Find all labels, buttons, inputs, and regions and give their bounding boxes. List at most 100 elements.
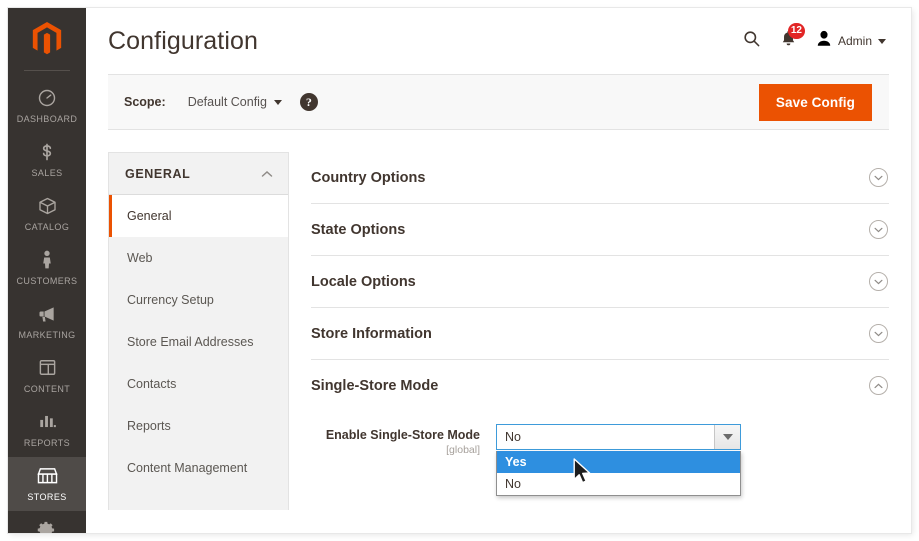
- sidebar-item-content[interactable]: CONTENT: [8, 349, 86, 403]
- config-nav-group-title: GENERAL: [125, 167, 191, 181]
- config-nav-item-label: Store Email Addresses: [127, 335, 254, 349]
- magento-logo-icon: [32, 22, 62, 55]
- magento-admin-screen: DASHBOARD SALES CATALOG CUSTOMERS MARKET…: [0, 0, 919, 541]
- admin-sidebar: DASHBOARD SALES CATALOG CUSTOMERS MARKET…: [8, 8, 86, 533]
- scope-value: Default Config: [187, 95, 267, 109]
- dollar-sign-icon: [10, 142, 84, 164]
- notifications-button[interactable]: 12: [780, 23, 805, 53]
- notification-count-badge: 12: [787, 23, 805, 39]
- chevron-down-icon: [722, 434, 733, 440]
- section-store-information: Store Information: [311, 308, 889, 360]
- sidebar-label: SALES: [31, 168, 63, 178]
- sidebar-item-system[interactable]: SYSTEM: [8, 511, 86, 533]
- section-country-options: Country Options: [311, 152, 889, 204]
- scope-label: Scope:: [124, 95, 166, 109]
- chevron-down-icon: [273, 99, 282, 105]
- page-header: Configuration 12 Admin: [86, 8, 911, 74]
- field-scope-hint: [global]: [446, 444, 480, 456]
- storefront-icon: [10, 466, 84, 488]
- config-nav-item-contacts[interactable]: Contacts: [109, 363, 288, 405]
- configuration-content: GENERAL General Web Currency Setup Store…: [86, 130, 911, 510]
- scope-selector[interactable]: Default Config: [188, 95, 282, 109]
- config-sections: Country Options State Options Locale Opt…: [289, 152, 889, 510]
- section-single-store-mode: Single-Store Mode Enable Single-Store Mo…: [311, 360, 889, 496]
- section-state-options: State Options: [311, 204, 889, 256]
- config-nav-item-store-email-addresses[interactable]: Store Email Addresses: [109, 321, 288, 363]
- select-options-list: Yes No: [496, 451, 741, 496]
- section-header[interactable]: State Options: [311, 204, 889, 255]
- select-option-no[interactable]: No: [497, 473, 740, 495]
- config-nav-panel: GENERAL General Web Currency Setup Store…: [108, 152, 289, 510]
- sidebar-item-stores[interactable]: STORES: [8, 457, 86, 511]
- megaphone-icon: [10, 304, 84, 326]
- field-label: Enable Single-Store Mode: [325, 428, 480, 442]
- config-nav-item-reports[interactable]: Reports: [109, 405, 288, 447]
- scope-bar: Scope: Default Config ? Save Config: [108, 74, 889, 130]
- single-store-mode-select-wrapper: No Yes No: [496, 424, 741, 496]
- header-actions: 12 Admin: [742, 23, 886, 53]
- scope-help-icon[interactable]: ?: [299, 93, 318, 111]
- config-nav-group-general[interactable]: GENERAL: [109, 153, 288, 195]
- gear-icon: [10, 520, 84, 533]
- section-header[interactable]: Single-Store Mode: [311, 360, 889, 411]
- config-nav-item-label: Content Management: [127, 461, 248, 475]
- sidebar-label: MARKETING: [18, 330, 76, 340]
- save-config-button[interactable]: Save Config: [758, 83, 872, 121]
- config-nav-item-currency-setup[interactable]: Currency Setup: [109, 279, 288, 321]
- section-header[interactable]: Store Information: [311, 308, 889, 359]
- magento-logo[interactable]: [8, 8, 86, 70]
- config-nav-item-label: General: [127, 209, 172, 223]
- sidebar-item-marketing[interactable]: MARKETING: [8, 295, 86, 349]
- user-name: Admin: [837, 34, 872, 48]
- person-icon: [10, 250, 84, 272]
- chevron-down-circle-icon: [869, 168, 888, 187]
- box-icon: [10, 196, 84, 218]
- main-area: Configuration 12 Admin Scope: Default Co…: [86, 8, 911, 533]
- config-nav-item-label: Web: [127, 251, 153, 265]
- select-dropdown-arrow-button[interactable]: [714, 425, 740, 449]
- section-title: Single-Store Mode: [311, 377, 439, 394]
- chevron-down-circle-icon: [869, 220, 888, 239]
- section-title: State Options: [311, 221, 406, 238]
- sidebar-label: CATALOG: [24, 222, 70, 232]
- search-icon: [742, 29, 761, 53]
- section-title: Country Options: [311, 169, 426, 186]
- sidebar-divider-top: [24, 70, 70, 71]
- sidebar-item-catalog[interactable]: CATALOG: [8, 187, 86, 241]
- config-nav-item-general[interactable]: General: [109, 195, 288, 237]
- sidebar-item-dashboard[interactable]: DASHBOARD: [8, 79, 86, 133]
- chevron-down-circle-icon: [869, 272, 888, 291]
- page-title: Configuration: [108, 26, 259, 55]
- section-header[interactable]: Country Options: [311, 152, 889, 203]
- config-nav-item-label: Reports: [127, 419, 171, 433]
- layout-page-icon: [10, 358, 84, 380]
- select-option-yes[interactable]: Yes: [497, 451, 740, 473]
- config-nav-item-label: Contacts: [127, 377, 177, 391]
- page-frame: DASHBOARD SALES CATALOG CUSTOMERS MARKET…: [8, 8, 911, 533]
- sidebar-label: CONTENT: [23, 384, 71, 394]
- dashboard-gauge-icon: [10, 88, 84, 110]
- sidebar-item-customers[interactable]: CUSTOMERS: [8, 241, 86, 295]
- chevron-up-circle-icon: [869, 376, 888, 395]
- chevron-up-icon: [261, 170, 273, 178]
- bar-chart-icon: [10, 412, 84, 434]
- sidebar-label: REPORTS: [23, 438, 71, 448]
- section-locale-options: Locale Options: [311, 256, 889, 308]
- sidebar-label: CUSTOMERS: [16, 276, 78, 286]
- field-label-block: Enable Single-Store Mode [global]: [311, 424, 496, 456]
- sidebar-item-reports[interactable]: REPORTS: [8, 403, 86, 457]
- config-nav-item-web[interactable]: Web: [109, 237, 288, 279]
- search-button[interactable]: [742, 29, 761, 53]
- chevron-down-icon: [878, 38, 886, 44]
- field-enable-single-store-mode: Enable Single-Store Mode [global] No Yes…: [311, 424, 889, 496]
- sidebar-label: DASHBOARD: [16, 114, 78, 124]
- sidebar-item-sales[interactable]: SALES: [8, 133, 86, 187]
- user-avatar-icon: [816, 30, 832, 53]
- section-title: Store Information: [311, 325, 432, 342]
- section-title: Locale Options: [311, 273, 416, 290]
- user-menu[interactable]: Admin: [816, 30, 886, 53]
- single-store-mode-select[interactable]: No: [496, 424, 741, 450]
- config-nav-item-content-management[interactable]: Content Management: [109, 447, 288, 489]
- section-header[interactable]: Locale Options: [311, 256, 889, 307]
- section-body: Enable Single-Store Mode [global] No Yes…: [311, 411, 889, 496]
